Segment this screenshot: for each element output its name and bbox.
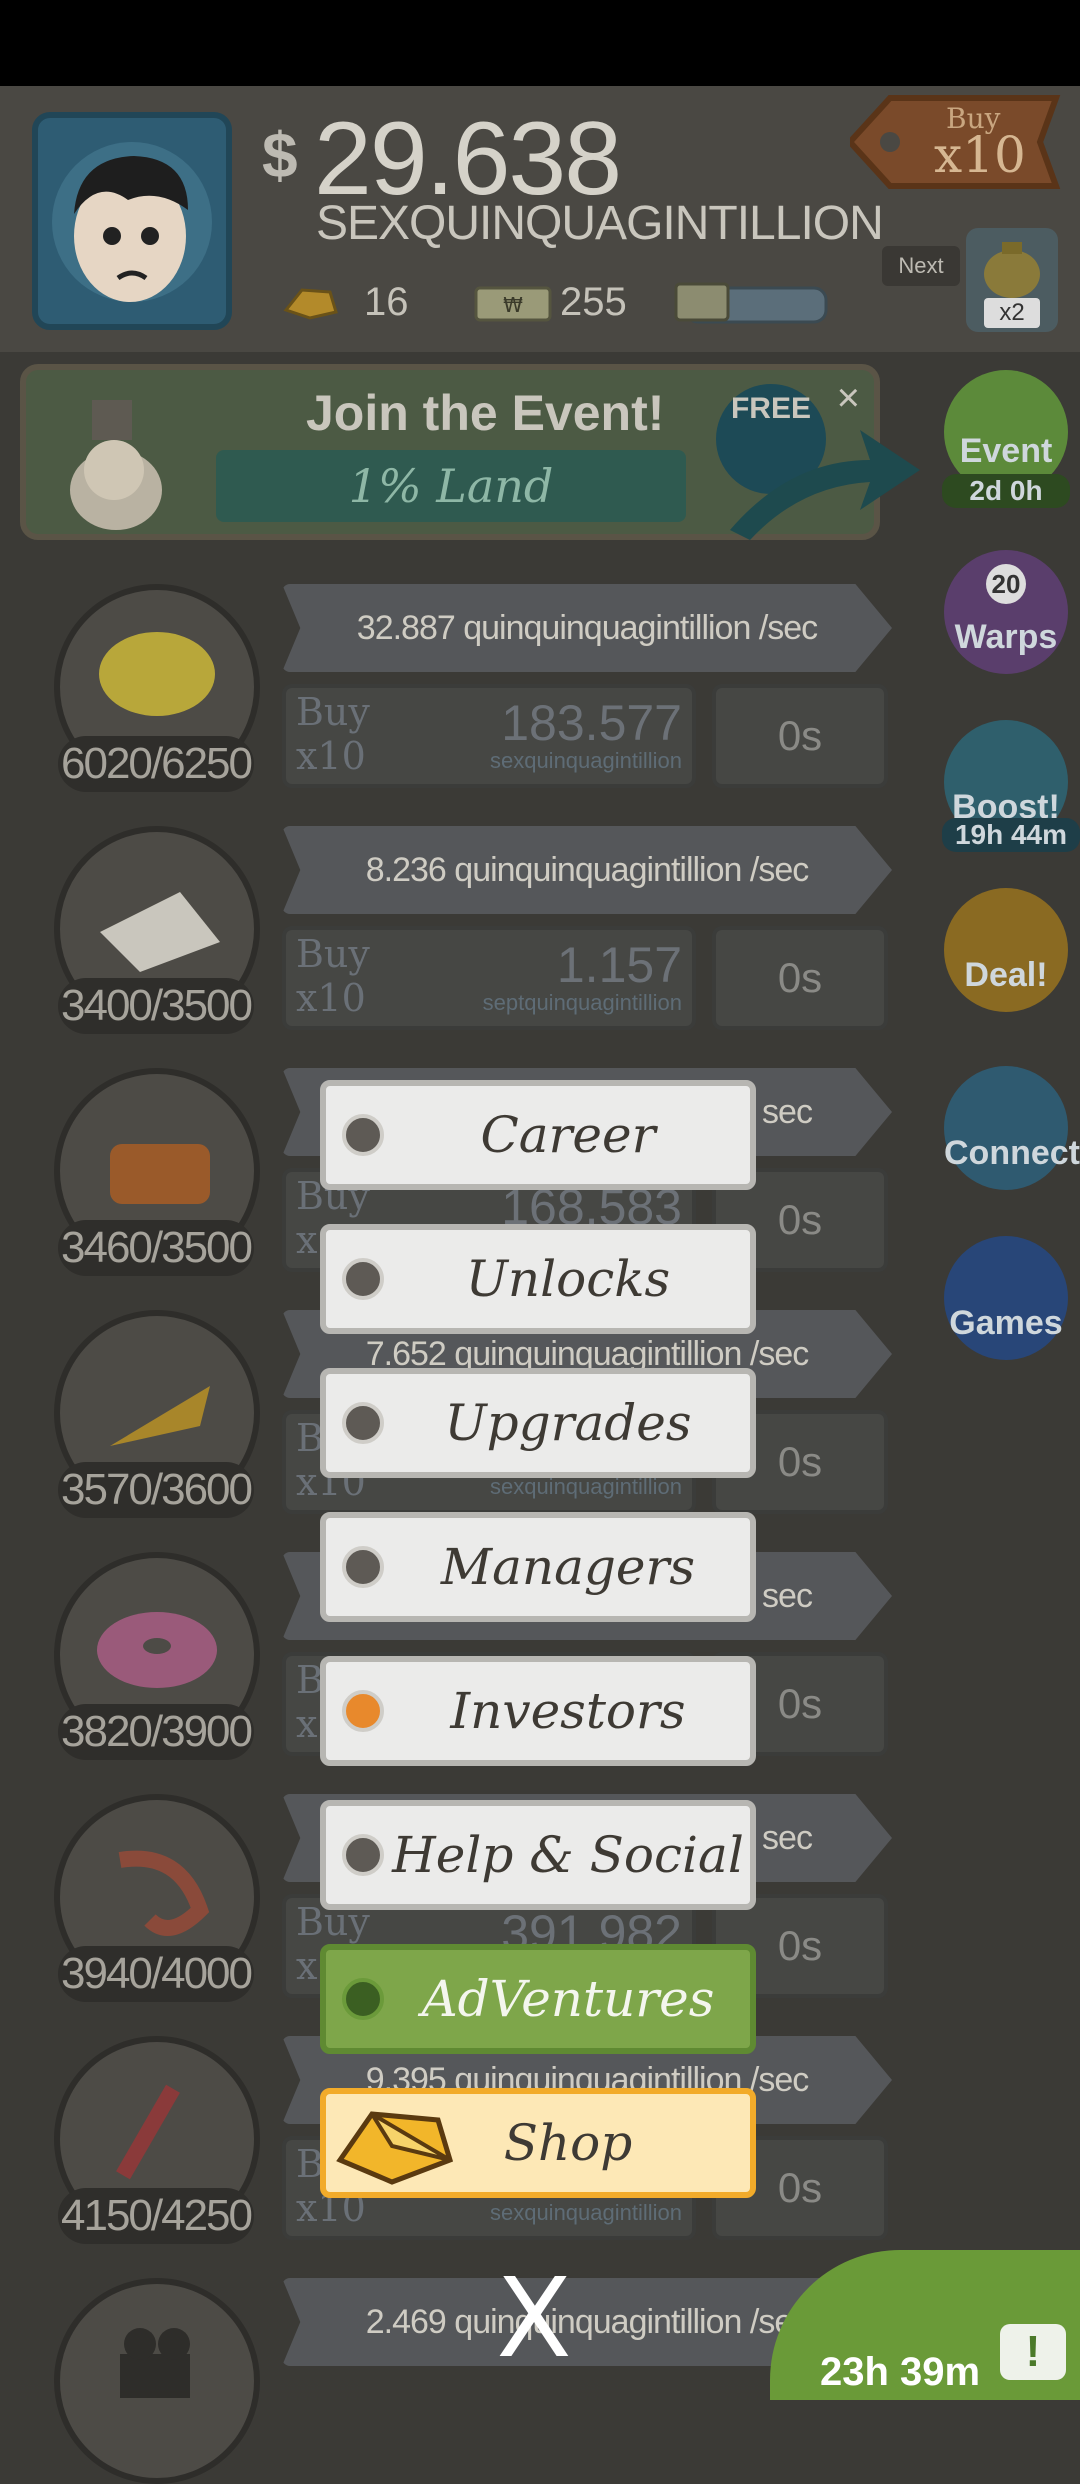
menu-dot	[342, 1258, 384, 1300]
side-deal-button[interactable]: Deal!	[944, 888, 1068, 1012]
tv-offer-timer: 23h 39m	[820, 2350, 981, 2394]
side-games-button[interactable]: Games	[944, 1236, 1068, 1360]
buy-multiplier-button[interactable]: Buy x10	[850, 92, 1068, 192]
warps-badge: 20	[986, 564, 1026, 604]
buy-cost: 183.577	[501, 695, 682, 751]
arrow-icon	[730, 420, 920, 545]
menu-adventures[interactable]: AdVentures	[320, 1944, 756, 2054]
menu-dot	[342, 1114, 384, 1156]
menu-investors-label: Investors	[450, 1682, 686, 1740]
next-mult: x2	[984, 298, 1040, 328]
business-count: 4150/4250	[58, 2188, 254, 2244]
currency-symbol: $	[262, 119, 298, 191]
money-bag-icon	[984, 242, 1040, 298]
buy-mult: x	[296, 1702, 318, 1746]
menu-dot	[342, 1834, 384, 1876]
player-avatar[interactable]	[32, 112, 232, 330]
side-warps-label: Warps	[954, 618, 1058, 656]
buy-label: Buy	[296, 932, 370, 976]
buy-mult: x	[296, 1218, 318, 1262]
buy-cost-unit: septquinquagintillion	[482, 990, 682, 1015]
next-label: Next	[882, 246, 960, 286]
business-rate-text: sec	[762, 1819, 813, 1857]
money-unit: SEXQUINQUAGINTILLION	[316, 197, 884, 250]
menu-dot	[342, 1402, 384, 1444]
business-rate: 32.887 quinquinquagintillion /sec	[282, 584, 892, 672]
side-warps-button[interactable]: 20 Warps	[944, 550, 1068, 674]
menu-shop[interactable]: Shop	[320, 2088, 756, 2198]
menu-unlocks[interactable]: Unlocks	[320, 1224, 756, 1334]
status-bar	[0, 0, 1080, 86]
side-connect-button[interactable]: Connect	[944, 1066, 1080, 1190]
business-movie-icon[interactable]	[54, 2278, 260, 2484]
menu-unlocks-label: Unlocks	[465, 1250, 671, 1308]
buy-mult: x	[296, 1944, 318, 1988]
buy-cost-unit: sexquinquagintillion	[489, 748, 682, 773]
menu-help-social-label: Help & Social	[392, 1826, 744, 1884]
megabucks-icon: ₩	[474, 284, 552, 329]
business-count: 3570/3600	[58, 1462, 254, 1518]
menu-investors[interactable]: Investors	[320, 1656, 756, 1766]
event-title: Join the Event!	[306, 385, 665, 441]
business-rate-text: sec	[762, 1093, 813, 1131]
menu-shop-label: Shop	[503, 2114, 633, 2172]
menu-adventures-label: AdVentures	[421, 1970, 715, 2028]
side-boost-timer: 19h 44m	[942, 818, 1080, 852]
gold-icon	[280, 282, 340, 327]
business-count: 3460/3500	[58, 1220, 254, 1276]
menu-dot	[342, 1546, 384, 1588]
business-buy-button[interactable]: Buy x10 1.157 septquinquagintillion	[282, 926, 696, 1030]
side-connect-label: Connect	[944, 1134, 1080, 1172]
tv-offer-button[interactable]: 23h 39m !	[770, 2250, 1080, 2400]
megaticket-button[interactable]	[672, 278, 832, 335]
business-count: 3940/4000	[58, 1946, 254, 2002]
business-count: 3820/3900	[58, 1704, 254, 1760]
business-rate: 8.236 quinquinquagintillion /sec	[282, 826, 892, 914]
business-timer: 0s	[712, 926, 888, 1030]
menu-career-label: Career	[480, 1106, 656, 1164]
event-character-icon	[70, 400, 162, 530]
side-event-timer: 2d 0h	[942, 474, 1070, 508]
menu-dot	[342, 1978, 384, 2020]
side-event-label: Event	[959, 432, 1053, 470]
business-rate-text: sec	[762, 1577, 813, 1615]
buy-label: Buy	[296, 690, 370, 734]
svg-text:₩: ₩	[503, 293, 523, 317]
menu-managers-label: Managers	[440, 1538, 696, 1596]
buy-cost-unit: sexquinquagintillion	[489, 2200, 682, 2225]
event-progress: 1% Land	[216, 450, 686, 522]
menu-help-social[interactable]: Help & Social	[320, 1800, 756, 1910]
buy-mult: x10	[296, 976, 366, 1020]
business-timer: 0s	[712, 684, 888, 788]
buy-cost: 1.157	[556, 937, 682, 993]
business-buy-button[interactable]: Buy x10 183.577 sexquinquagintillion	[282, 684, 696, 788]
buy-mult: x10	[296, 734, 366, 778]
side-games-label: Games	[949, 1304, 1063, 1342]
menu-managers[interactable]: Managers	[320, 1512, 756, 1622]
menu-upgrades[interactable]: Upgrades	[320, 1368, 756, 1478]
event-close-button[interactable]: ×	[837, 376, 860, 421]
next-profit-boost-button[interactable]: x2	[966, 228, 1058, 332]
tv-icon: !	[1000, 2324, 1066, 2380]
menu-career[interactable]: Career	[320, 1080, 756, 1190]
menu-close-button[interactable]: X	[492, 2263, 576, 2373]
buy-mult: x10	[934, 126, 1026, 184]
menu-notification-dot	[342, 1690, 384, 1732]
side-deal-label: Deal!	[964, 956, 1048, 994]
menu-upgrades-label: Upgrades	[444, 1394, 692, 1452]
megabucks-count: 255	[560, 280, 627, 324]
gold-count: 16	[364, 280, 409, 324]
business-count: 3400/3500	[58, 978, 254, 1034]
business-count: 6020/6250	[58, 736, 254, 792]
